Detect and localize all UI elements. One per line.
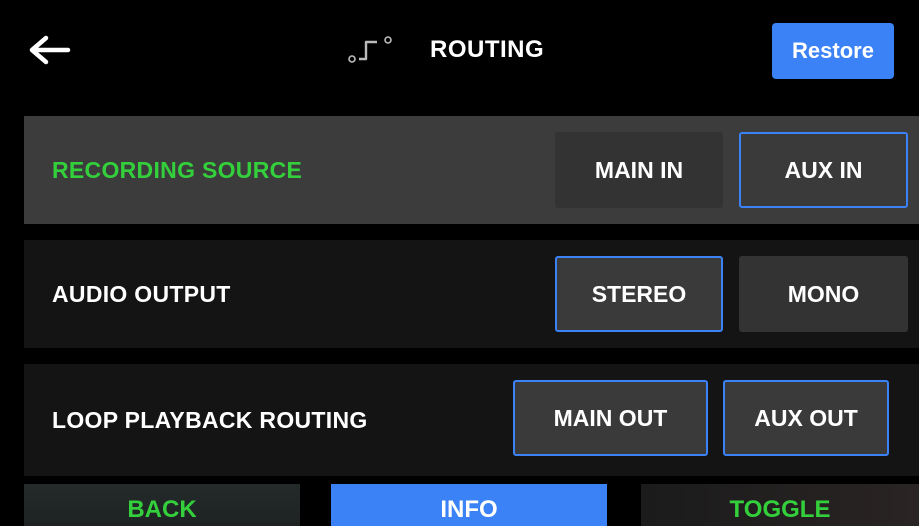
- routing-icon: [348, 36, 392, 63]
- aux-in-button[interactable]: AUX IN: [739, 132, 908, 208]
- audio-output-row[interactable]: AUDIO OUTPUT STEREO MONO: [24, 240, 919, 348]
- aux-out-button[interactable]: AUX OUT: [723, 380, 889, 456]
- mono-button[interactable]: MONO: [739, 256, 908, 332]
- loop-playback-routing-label: LOOP PLAYBACK ROUTING: [52, 406, 368, 433]
- loop-playback-routing-row[interactable]: LOOP PLAYBACK ROUTING MAIN OUT AUX OUT: [24, 364, 919, 476]
- stereo-button[interactable]: STEREO: [555, 256, 723, 332]
- recording-source-label: RECORDING SOURCE: [52, 156, 303, 183]
- header-bar: ROUTING Restore: [0, 0, 919, 100]
- title-group: ROUTING: [344, 32, 544, 68]
- restore-button[interactable]: Restore: [772, 23, 894, 79]
- back-button[interactable]: BACK: [24, 484, 300, 526]
- info-button[interactable]: INFO: [331, 484, 607, 526]
- main-out-button[interactable]: MAIN OUT: [513, 380, 708, 456]
- left-arrow-icon[interactable]: [28, 30, 74, 70]
- recording-source-row[interactable]: RECORDING SOURCE MAIN IN AUX IN: [24, 116, 919, 224]
- toggle-button[interactable]: TOGGLE: [641, 484, 919, 526]
- audio-output-label: AUDIO OUTPUT: [52, 280, 231, 307]
- main-in-button[interactable]: MAIN IN: [555, 132, 723, 208]
- footer-bar: BACK INFO TOGGLE: [0, 484, 919, 526]
- page-title: ROUTING: [430, 36, 545, 63]
